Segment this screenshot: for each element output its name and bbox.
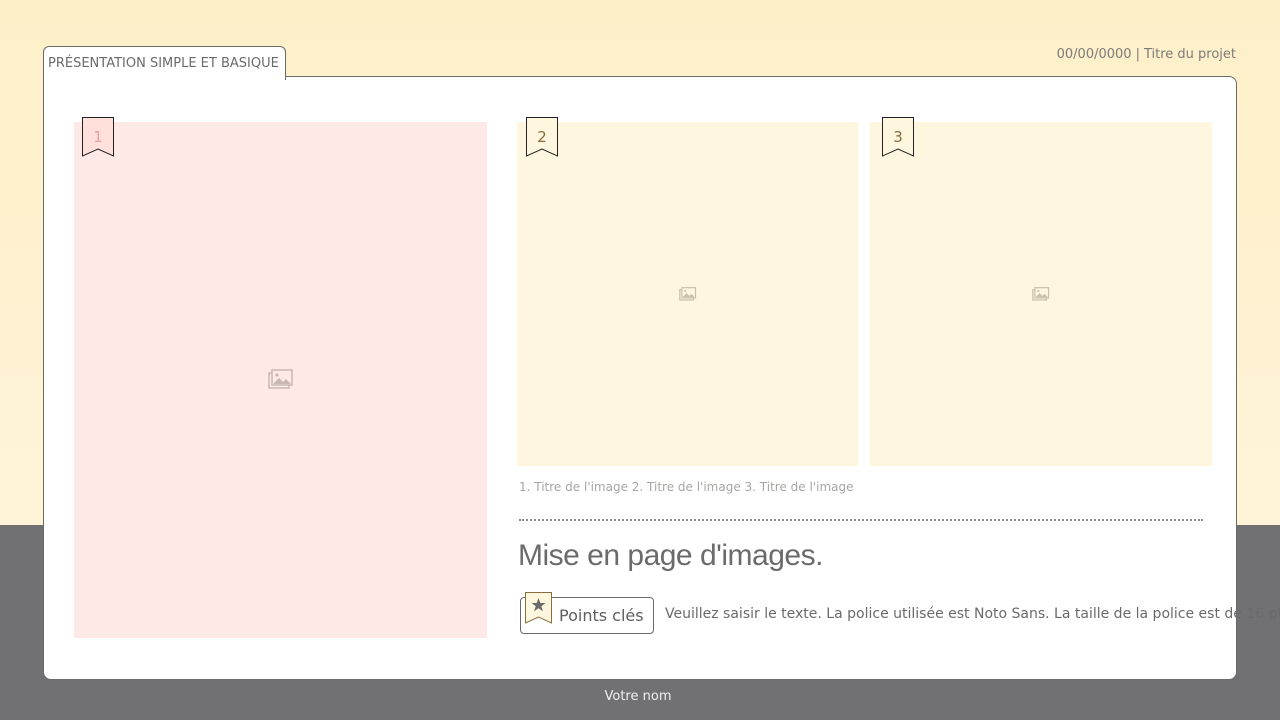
key-points-label: Points clés [559,606,644,625]
star-icon [525,592,552,624]
project-title: Titre du projet [1143,47,1236,62]
separator: | [1135,47,1140,62]
image-panel-3[interactable] [870,122,1212,466]
tab-label: PRÉSENTATION SIMPLE ET BASIQUE [48,56,279,71]
image-placeholder-icon [267,369,294,391]
date-text: 00/00/0000 [1056,47,1132,62]
section-tab: PRÉSENTATION SIMPLE ET BASIQUE [43,46,286,80]
image-captions: 1. Titre de l'image 2. Titre de l'image … [519,480,854,494]
date-and-project-title: 00/00/0000 | Titre du projet [1057,47,1236,62]
main-card: 1 2 3 1. Titre de l'image 2. Titre de l'… [43,76,1280,680]
body-text: Veuillez saisir le texte. La police util… [665,606,1280,622]
footer-author: Votre nom [604,689,672,704]
image-panel-1[interactable] [74,122,487,638]
dotted-divider [519,519,1203,521]
image-placeholder-icon [678,286,697,302]
image-placeholder-icon [1032,286,1050,302]
key-points-badge: Points clés [520,592,654,634]
image-panel-2[interactable] [517,122,858,466]
slide-heading: Mise en page d'images. [518,539,823,572]
